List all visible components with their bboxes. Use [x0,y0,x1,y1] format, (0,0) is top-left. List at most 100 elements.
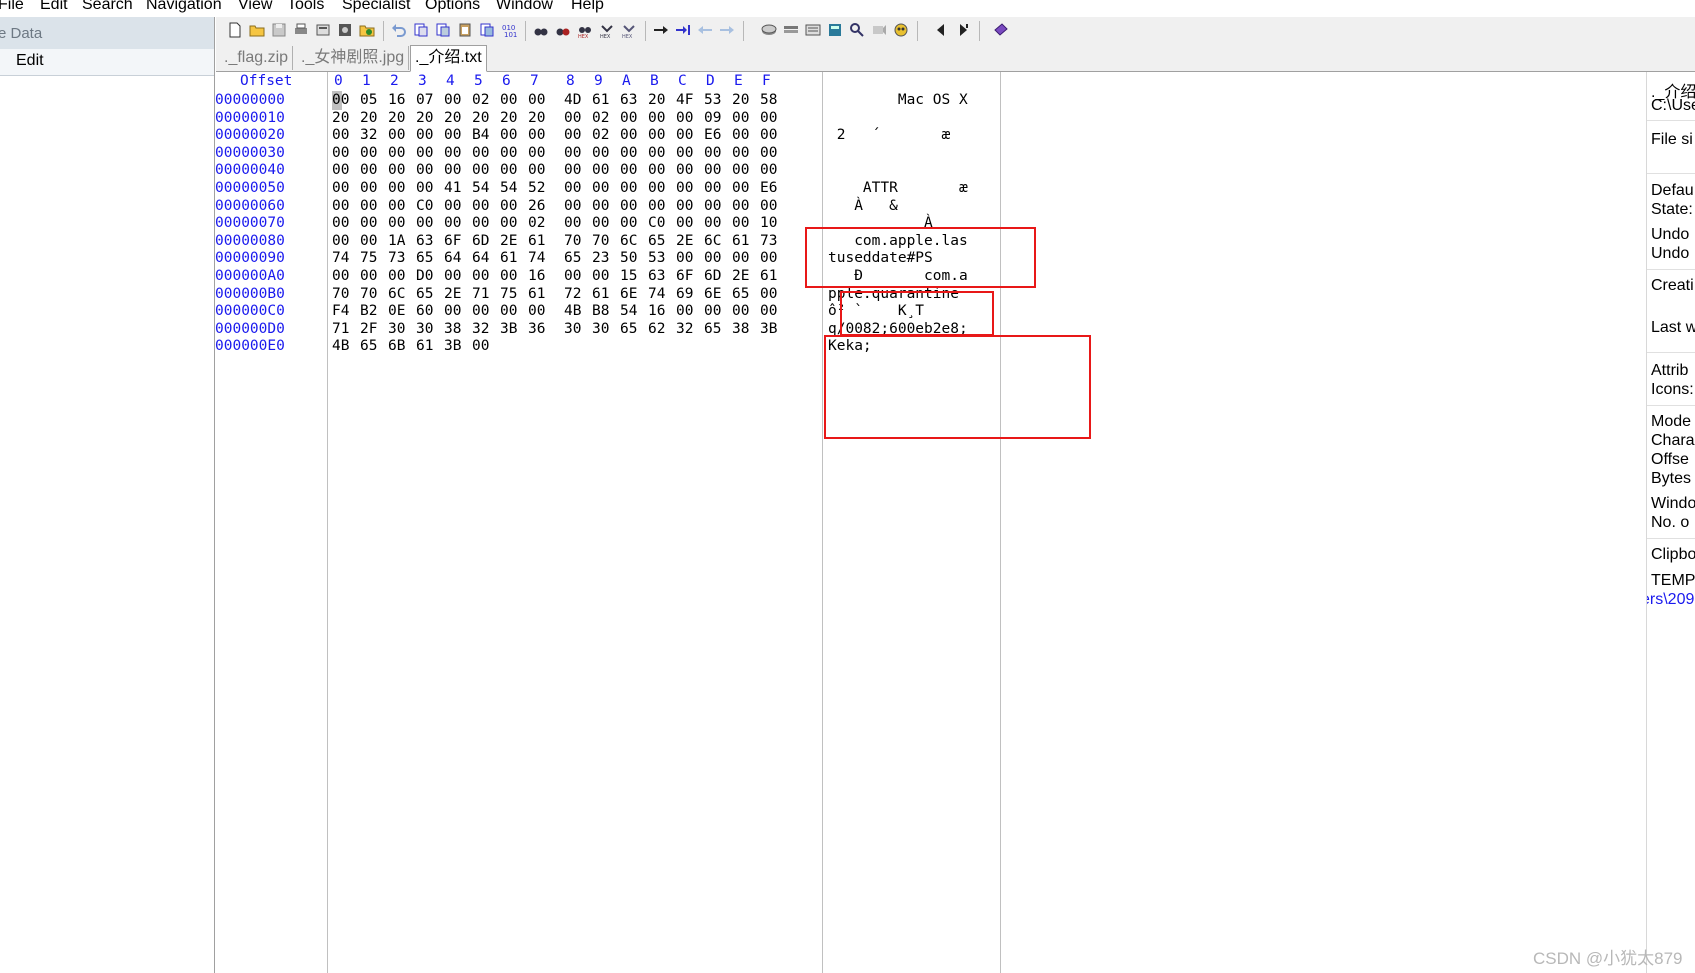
hex-byte[interactable]: 00 [676,179,693,198]
hex-byte[interactable]: 4B [332,337,349,356]
tab-jpg[interactable]: ._女神剧照.jpg [297,46,410,70]
hex-byte[interactable]: 00 [332,126,349,145]
hex-byte[interactable]: 74 [528,249,545,268]
hex-byte[interactable]: 00 [760,302,777,321]
hex-byte[interactable]: 2E [676,232,693,251]
hex-editor[interactable]: Offset 0123456789ABCDEF 00000000 00 05 16 07… [215,72,1646,973]
hex-byte[interactable]: 07 [416,91,433,110]
row-offset[interactable]: 000000E0 [215,337,285,356]
hex-byte[interactable]: 71 [472,285,489,304]
hex-byte[interactable]: 00 [360,197,377,216]
analyze-icon[interactable] [871,22,887,38]
hex-byte[interactable]: 00 [732,179,749,198]
row-offset[interactable]: 00000090 [215,249,285,268]
hex-byte[interactable]: 00 [620,144,637,163]
row-offset[interactable]: 00000060 [215,197,285,216]
ascii-text[interactable]: Mac OS X [828,91,968,110]
hex-byte[interactable]: 50 [620,249,637,268]
hex-byte[interactable]: 00 [472,161,489,180]
hex-byte[interactable]: 70 [332,285,349,304]
hex-byte[interactable]: 16 [528,267,545,286]
row-offset[interactable]: 00000080 [215,232,285,251]
hex-byte[interactable]: 00 [444,214,461,233]
paste-special-icon[interactable] [479,22,495,38]
hex-byte[interactable]: 00 [760,249,777,268]
hex-byte[interactable]: 0E [388,302,405,321]
goto-sector-icon[interactable] [675,22,691,38]
find-again-icon[interactable]: HEX [621,22,637,38]
hex-byte[interactable]: 16 [388,91,405,110]
binary-copy-icon[interactable]: 010101 [501,22,517,38]
hex-byte[interactable]: 00 [360,144,377,163]
hex-byte[interactable]: 00 [676,197,693,216]
hex-byte[interactable]: 20 [732,91,749,110]
hex-byte[interactable]: 00 [620,109,637,128]
hex-byte[interactable]: 00 [676,249,693,268]
replace-text-icon[interactable] [555,22,571,38]
hex-byte[interactable]: 30 [592,320,609,339]
hex-byte[interactable]: 00 [500,267,517,286]
hex-byte[interactable]: 00 [704,214,721,233]
hex-byte[interactable]: 20 [444,109,461,128]
refresh-folder-icon[interactable] [359,22,375,38]
hex-byte[interactable]: 00 [332,267,349,286]
hex-byte[interactable]: 58 [760,91,777,110]
hex-byte[interactable]: 20 [388,109,405,128]
hex-byte[interactable]: 52 [528,179,545,198]
hex-byte[interactable]: 00 [528,144,545,163]
hex-byte[interactable]: 20 [360,109,377,128]
hex-byte[interactable]: 00 [760,197,777,216]
hex-byte[interactable]: 26 [528,197,545,216]
hex-byte[interactable]: 20 [648,91,665,110]
hex-byte[interactable]: 00 [416,144,433,163]
hex-byte[interactable]: 00 [564,267,581,286]
tab-flag-zip[interactable]: ._flag.zip [220,46,294,70]
hex-byte[interactable]: 60 [416,302,433,321]
hex-byte[interactable]: 6C [388,285,405,304]
row-offset[interactable]: 00000040 [215,161,285,180]
hex-byte[interactable]: 00 [732,144,749,163]
hex-byte[interactable]: 61 [732,232,749,251]
hex-byte[interactable]: 00 [676,214,693,233]
copy-icon[interactable] [435,22,451,38]
replace-hex-icon[interactable]: HEX [599,22,615,38]
hex-byte[interactable]: 02 [592,109,609,128]
row-offset[interactable]: 00000070 [215,214,285,233]
tab-intro-txt[interactable]: ._介绍.txt [410,45,487,72]
hex-byte[interactable]: 1A [388,232,405,251]
hex-byte[interactable]: 75 [500,285,517,304]
hex-byte[interactable]: 00 [648,109,665,128]
row-offset[interactable]: 00000000 [215,91,285,110]
hex-byte[interactable]: B8 [592,302,609,321]
hex-byte[interactable]: 00 [472,267,489,286]
hex-byte[interactable]: 61 [592,91,609,110]
hex-byte[interactable]: 2E [732,267,749,286]
hex-byte[interactable]: 65 [704,320,721,339]
hex-byte[interactable]: 63 [416,232,433,251]
menu-file[interactable]: File [0,0,24,14]
hex-byte[interactable]: 30 [388,320,405,339]
hex-byte[interactable]: 20 [416,109,433,128]
hex-byte[interactable]: 00 [676,126,693,145]
calculator-icon[interactable] [827,22,843,38]
next-icon[interactable] [955,22,971,38]
hex-byte[interactable]: 61 [528,232,545,251]
hex-byte[interactable]: 32 [676,320,693,339]
hex-byte[interactable]: 65 [648,232,665,251]
open-disk-icon[interactable] [337,22,353,38]
hex-byte[interactable]: 00 [360,232,377,251]
hex-byte[interactable]: 05 [360,91,377,110]
hex-byte[interactable]: 54 [500,179,517,198]
menu-help[interactable]: Help [571,0,604,14]
hex-byte[interactable]: 30 [564,320,581,339]
hex-byte[interactable]: 00 [332,161,349,180]
help-book-icon[interactable] [993,22,1009,38]
row-offset[interactable]: 00000020 [215,126,285,145]
hex-byte[interactable]: 38 [732,320,749,339]
row-offset[interactable]: 000000A0 [215,267,285,286]
forward-icon[interactable] [719,22,735,38]
hex-byte[interactable]: 20 [528,109,545,128]
case-data-header[interactable]: e Data [0,17,214,50]
hex-byte[interactable]: 00 [500,302,517,321]
row-offset[interactable]: 000000D0 [215,320,285,339]
